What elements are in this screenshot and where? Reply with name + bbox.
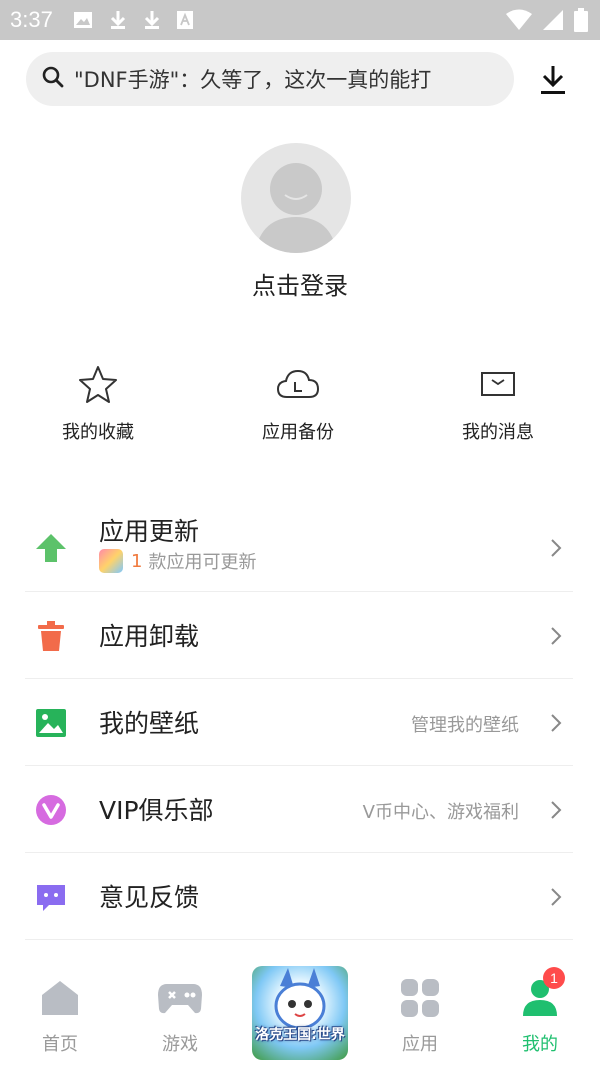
wifi-icon: [506, 9, 532, 35]
user-icon: [480, 976, 600, 1020]
download-icon: [109, 10, 127, 30]
wallpaper-title: 我的壁纸: [99, 709, 200, 738]
feedback-title: 意见反馈: [99, 883, 200, 912]
tab-mine-label: 我的: [522, 1034, 558, 1055]
keyboard-icon: [176, 11, 193, 29]
chevron-right-icon: [551, 627, 562, 645]
apps-grid-icon: [360, 976, 480, 1020]
search-icon: [42, 66, 64, 92]
trash-icon: [35, 620, 67, 652]
settings-list: 应用更新 1 款应用可更新 应用卸载 我的壁纸 管理我的壁纸 VIP俱乐部 V币…: [25, 504, 573, 940]
signal-icon: [542, 9, 564, 35]
chat-bubble-icon: [35, 881, 67, 913]
tab-apps[interactable]: 应用: [360, 976, 480, 1056]
search-query: "DNF手游"：久等了，这次一真的能打: [74, 68, 432, 92]
tab-mine[interactable]: 我的: [480, 976, 600, 1056]
download-icon: [143, 10, 161, 30]
battery-icon: [574, 8, 588, 36]
messages-button[interactable]: 我的消息: [418, 362, 578, 444]
chevron-right-icon: [551, 714, 562, 732]
game-mascot-icon: [274, 968, 326, 1030]
app-thumbnail: [99, 549, 123, 573]
tab-games[interactable]: 游戏: [120, 976, 240, 1056]
image-icon: [35, 707, 67, 739]
wallpaper-hint: 管理我的壁纸: [411, 715, 519, 736]
app-backup-label: 应用备份: [262, 422, 334, 443]
feedback-row[interactable]: 意见反馈: [25, 853, 573, 940]
search-bar: "DNF手游"：久等了，这次一真的能打: [0, 52, 600, 106]
image-icon: [73, 11, 93, 29]
tab-apps-label: 应用: [402, 1034, 438, 1055]
cloud-icon: [218, 362, 378, 406]
app-uninstall-title: 应用卸载: [99, 622, 200, 651]
tab-home-label: 首页: [42, 1034, 78, 1055]
default-avatar-icon: [255, 163, 337, 253]
promo-game-title: 洛克王国:世界: [255, 1027, 345, 1043]
search-input[interactable]: "DNF手游"：久等了，这次一真的能打: [26, 52, 514, 106]
favorites-button[interactable]: 我的收藏: [18, 362, 178, 444]
login-link[interactable]: 点击登录: [0, 266, 600, 301]
app-update-row[interactable]: 应用更新 1 款应用可更新: [25, 504, 573, 592]
app-update-subtitle: 1 款应用可更新: [99, 548, 256, 574]
arrow-up-icon: [35, 532, 67, 564]
wallpaper-row[interactable]: 我的壁纸 管理我的壁纸: [25, 679, 573, 766]
vip-club-title: VIP俱乐部: [99, 796, 214, 825]
download-icon: [541, 66, 565, 94]
vip-icon: [35, 794, 67, 826]
star-icon: [18, 362, 178, 406]
favorites-label: 我的收藏: [62, 422, 134, 443]
gamepad-icon: [120, 976, 240, 1020]
status-bar: 3:37: [0, 0, 600, 40]
update-count-label: 款应用可更新: [148, 552, 257, 573]
vip-club-row[interactable]: VIP俱乐部 V币中心、游戏福利: [25, 766, 573, 853]
vip-club-hint: V币中心、游戏福利: [362, 802, 519, 823]
notification-badge: 1: [543, 967, 565, 989]
app-update-title: 应用更新: [99, 517, 200, 546]
chevron-right-icon: [551, 888, 562, 906]
download-manager-button[interactable]: [536, 64, 570, 96]
update-count: 1: [131, 550, 143, 572]
mail-icon: [418, 362, 578, 406]
messages-label: 我的消息: [462, 422, 534, 443]
status-time: 3:37: [10, 7, 53, 32]
chevron-right-icon: [551, 539, 562, 557]
home-icon: [0, 976, 120, 1020]
tab-home[interactable]: 首页: [0, 976, 120, 1056]
app-backup-button[interactable]: 应用备份: [218, 362, 378, 444]
promo-game-banner[interactable]: 洛克王国:世界: [252, 966, 348, 1060]
avatar[interactable]: [241, 143, 351, 253]
app-uninstall-row[interactable]: 应用卸载: [25, 592, 573, 679]
tab-games-label: 游戏: [162, 1034, 198, 1055]
chevron-right-icon: [551, 801, 562, 819]
